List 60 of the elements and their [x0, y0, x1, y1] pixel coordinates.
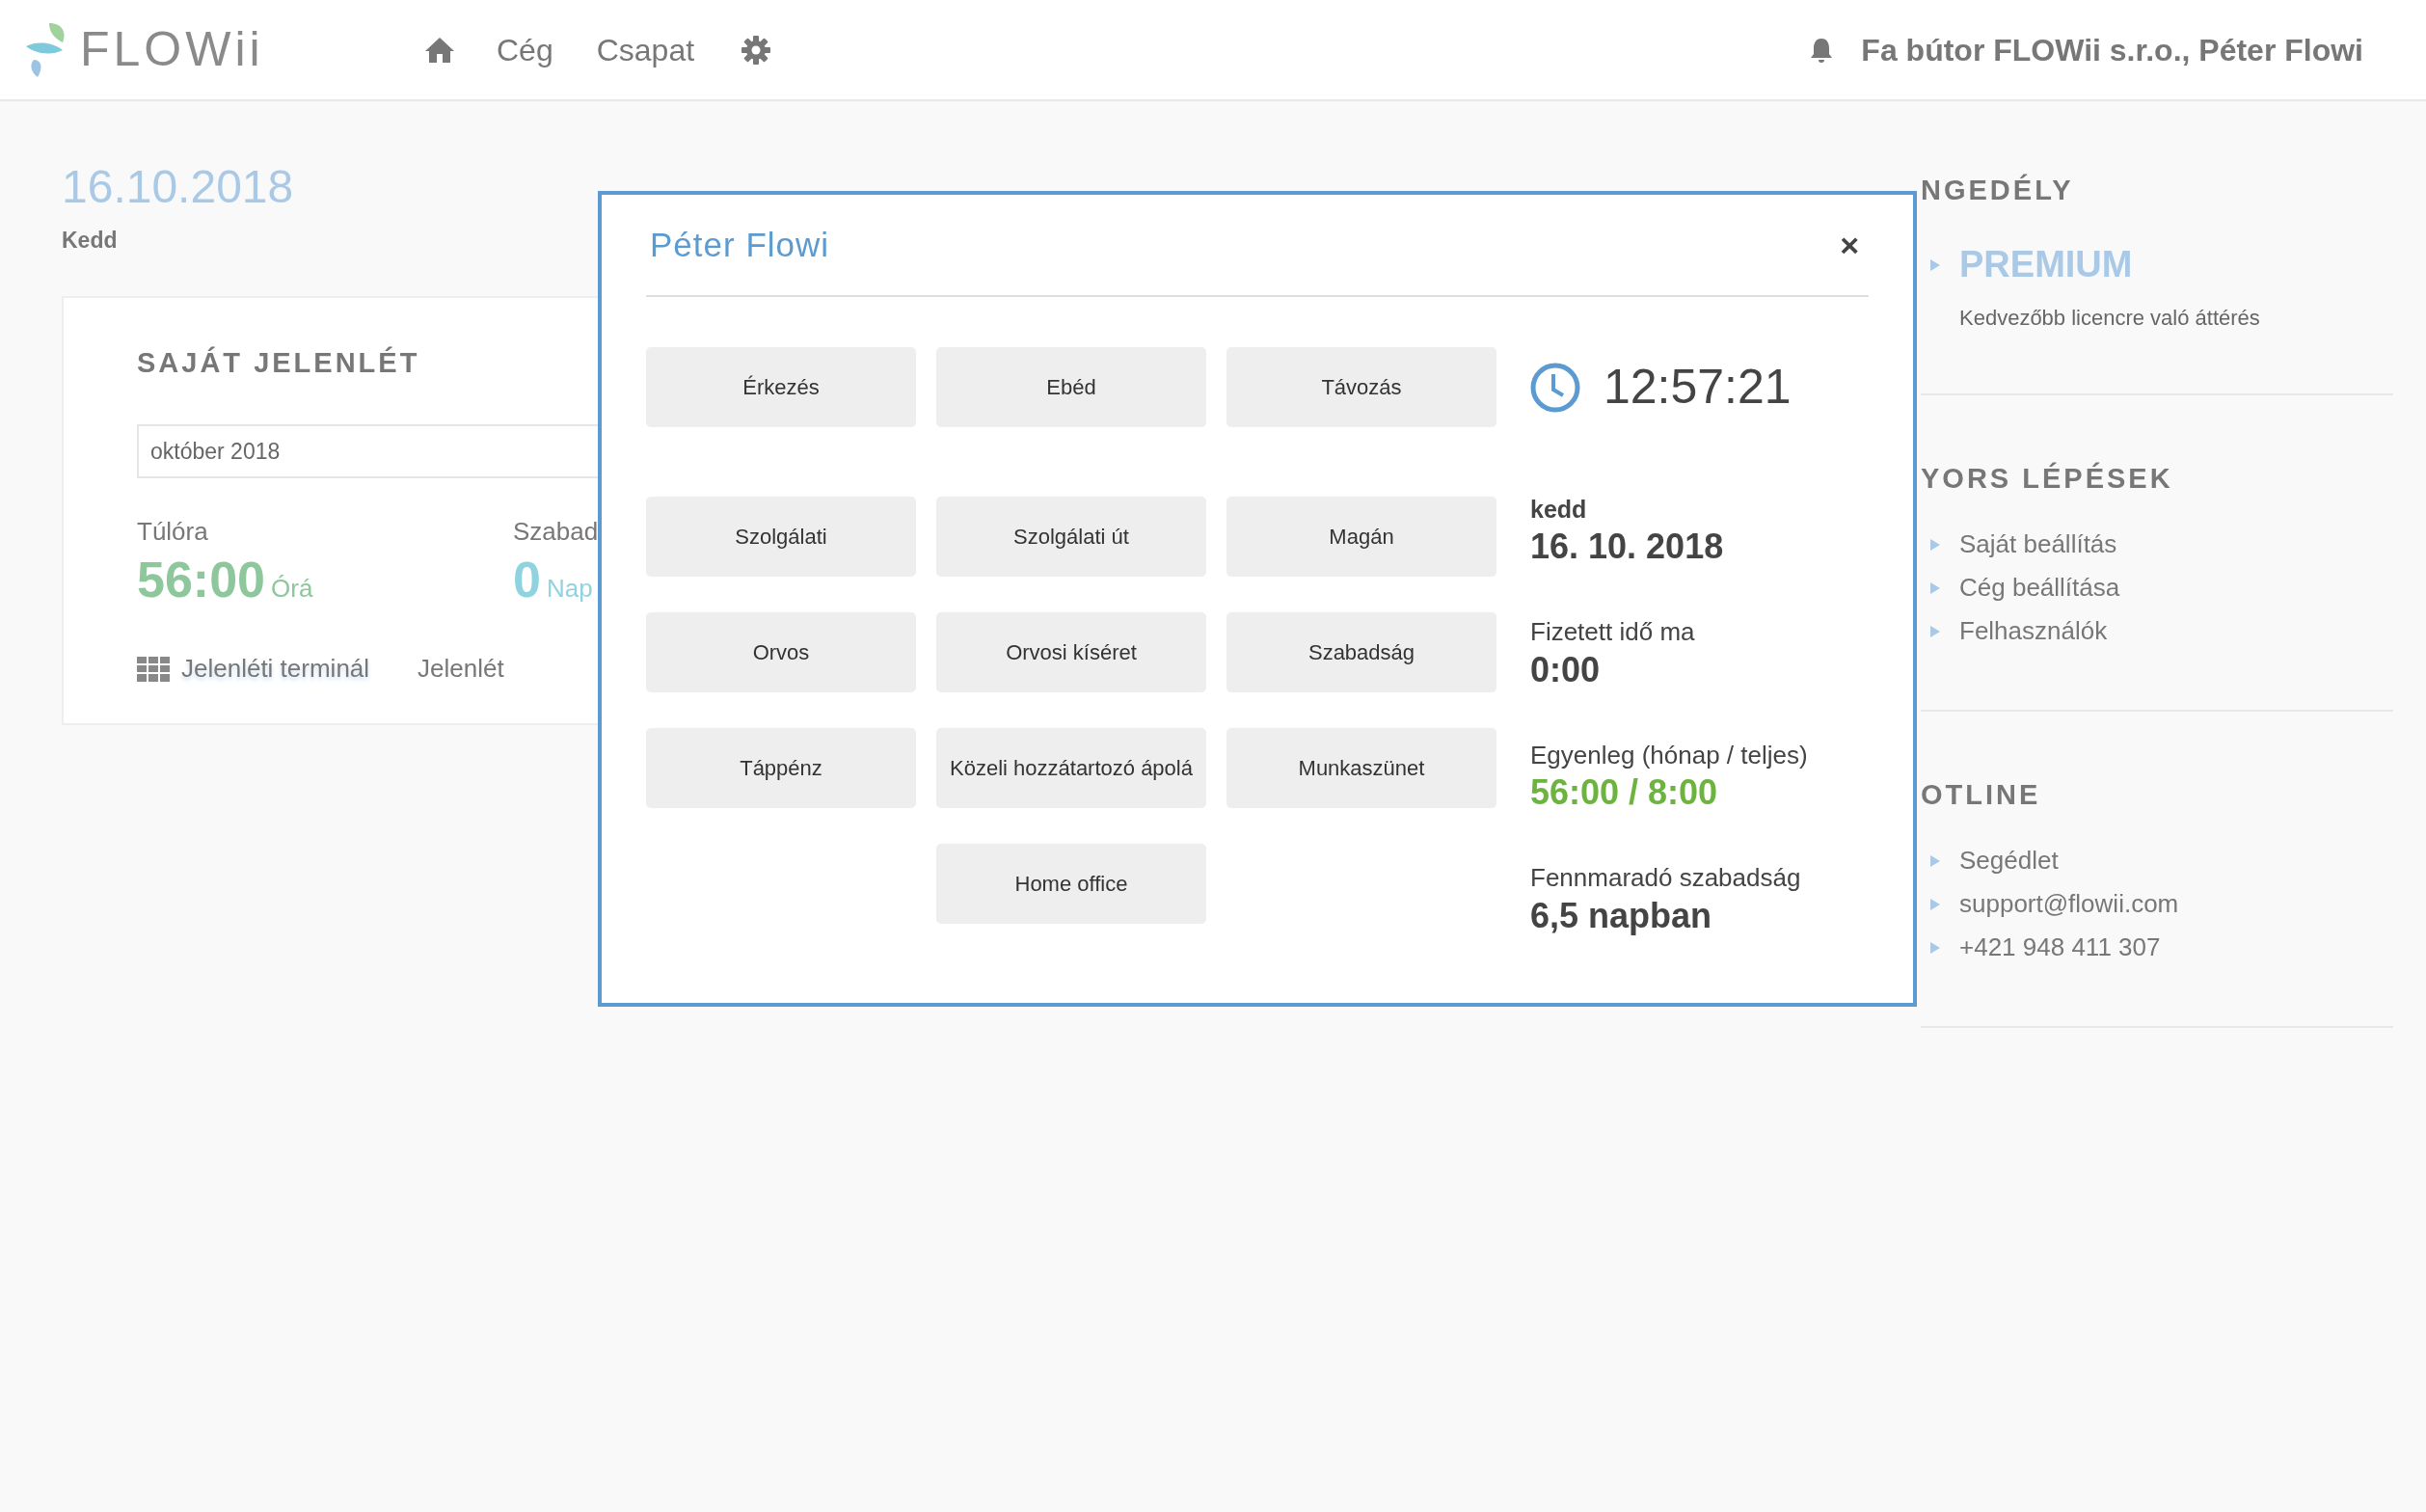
- dialog-date: 16. 10. 2018: [1530, 526, 1725, 569]
- stat-value: 56:00 / 8:00: [1530, 771, 1719, 815]
- attendance-type-button[interactable]: Munkaszünet: [1226, 728, 1496, 808]
- sidebar-link[interactable]: Cég beállítása: [1959, 569, 2120, 607]
- month-field[interactable]: október 2018: [137, 424, 598, 478]
- stat-value: 0: [513, 554, 541, 605]
- current-date: 16.10.2018: [62, 164, 295, 210]
- stat-unit: Nap: [546, 573, 593, 605]
- attendance-type-button[interactable]: Szolgálati út: [936, 497, 1206, 577]
- attendance-link[interactable]: Jelenlét: [418, 650, 504, 688]
- stat-value: 56:00: [137, 554, 265, 605]
- settings-icon[interactable]: [741, 34, 772, 66]
- stat-label: Túlóra: [137, 516, 209, 548]
- attendance-type-button[interactable]: Érkezés: [646, 347, 916, 427]
- attendance-type-button[interactable]: Táppénz: [646, 728, 916, 808]
- sidebar-link[interactable]: Felhasználók: [1959, 612, 2108, 650]
- stat-label: Fizetett idő ma: [1530, 616, 1696, 648]
- close-button[interactable]: ×: [1834, 220, 1865, 270]
- attendance-type-button[interactable]: Közeli hozzátartozó ápolá: [936, 728, 1206, 808]
- nav-link[interactable]: Cég: [497, 26, 553, 73]
- clock-icon: [1530, 362, 1580, 413]
- weekday: kedd: [1530, 495, 1588, 525]
- attendance-type-button[interactable]: Ebéd: [936, 347, 1206, 427]
- bullet-icon: [1930, 854, 1940, 867]
- dialog-title: Péter Flowi: [650, 224, 830, 265]
- bullet-icon: [1930, 258, 1940, 271]
- sidebar-link[interactable]: Segédlet: [1959, 842, 2059, 879]
- weekday: Kedd: [62, 227, 119, 255]
- bullet-icon: [1930, 538, 1940, 551]
- license-note: Kedvezőbb licencre való áttérés: [1958, 305, 2261, 332]
- bullet-icon: [1930, 581, 1940, 594]
- home-icon[interactable]: [424, 36, 455, 64]
- bullet-icon: [1930, 941, 1940, 954]
- stat-label: Szabad: [513, 516, 598, 548]
- terminal-link[interactable]: Jelenléti terminál: [181, 650, 370, 688]
- stat-value: 0:00: [1530, 648, 1602, 691]
- stat-value: 6,5 napban: [1530, 894, 1713, 937]
- clock-time: 12:57:21: [1604, 359, 1792, 416]
- account-name[interactable]: Fa bútor FLOWii s.r.o., Péter Flowi: [1861, 26, 2363, 73]
- card-title: SAJÁT JELENLÉT: [137, 345, 421, 380]
- stat-label: Fennmaradó szabadság: [1530, 862, 1802, 894]
- attendance-type-button[interactable]: Orvos: [646, 612, 916, 692]
- section-heading: OTLINE: [1921, 781, 2042, 809]
- attendance-type-button[interactable]: Szabadság: [1226, 612, 1496, 692]
- attendance-type-button[interactable]: Home office: [936, 844, 1206, 924]
- nav-link[interactable]: Csapat: [596, 26, 695, 73]
- attendance-type-button[interactable]: Magán: [1226, 497, 1496, 577]
- attendance-type-button[interactable]: Távozás: [1226, 347, 1496, 427]
- sidebar-link[interactable]: Saját beállítás: [1959, 526, 2117, 563]
- notification-bell-icon[interactable]: [1809, 36, 1835, 64]
- logo-text: FLOWii: [80, 21, 264, 78]
- attendance-type-button[interactable]: Orvosi kíséret: [936, 612, 1206, 692]
- grid-icon: [137, 656, 170, 682]
- sidebar-link[interactable]: support@flowii.com: [1959, 885, 2179, 923]
- sidebar-link[interactable]: +421 948 411 307: [1959, 929, 2161, 966]
- bullet-icon: [1930, 625, 1940, 637]
- attendance-type-button[interactable]: Szolgálati: [646, 497, 916, 577]
- stat-unit: Órá: [271, 573, 313, 605]
- bullet-icon: [1930, 898, 1940, 910]
- stat-label: Egyenleg (hónap / teljes): [1530, 739, 1809, 771]
